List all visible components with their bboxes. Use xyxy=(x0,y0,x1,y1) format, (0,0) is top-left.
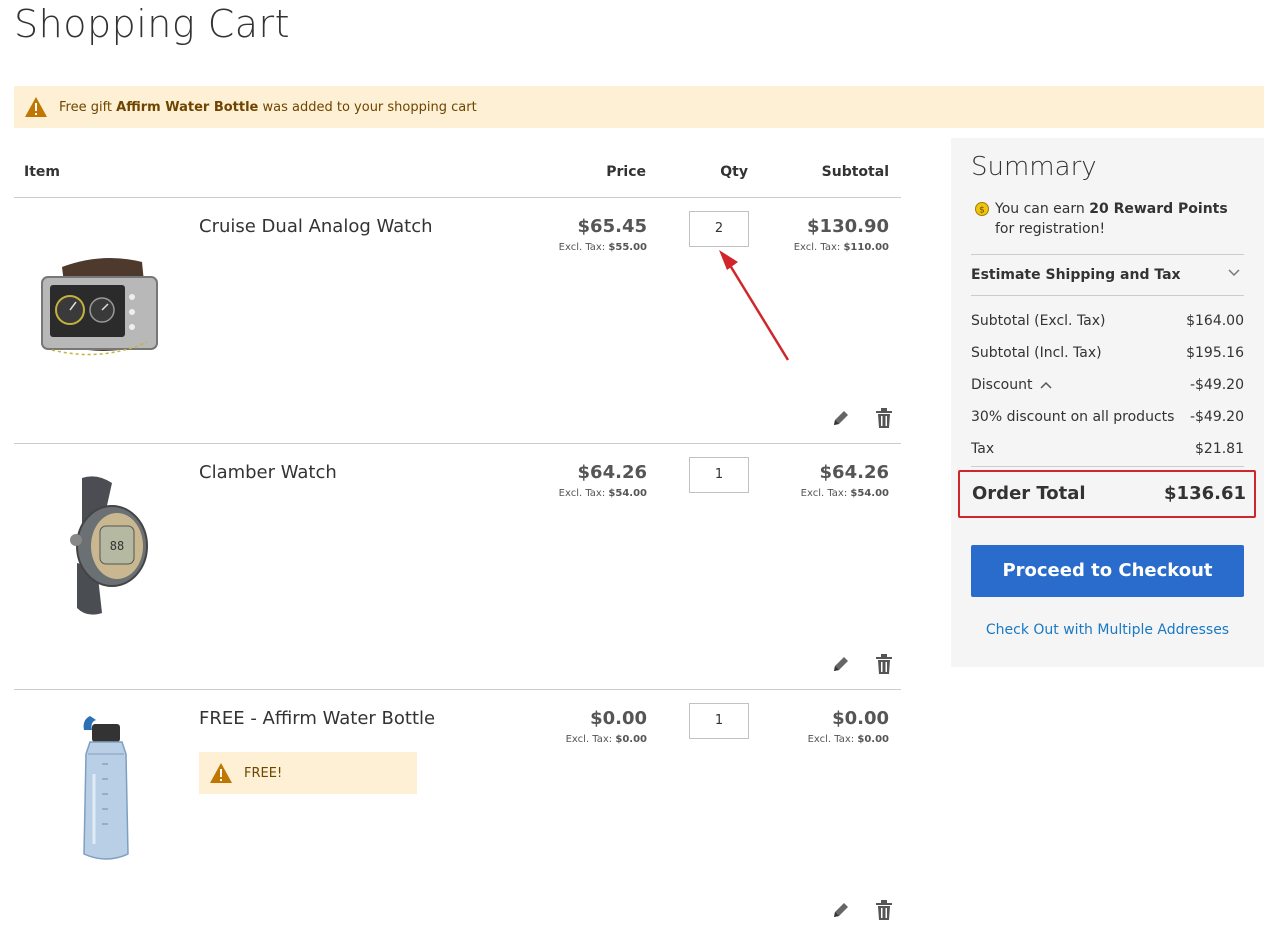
proceed-to-checkout-button[interactable]: Proceed to Checkout xyxy=(971,545,1244,597)
qty-input[interactable]: 1 xyxy=(689,703,749,739)
totals-row: Subtotal (Incl. Tax) $195.16 xyxy=(971,345,1244,361)
delete-trash-icon[interactable] xyxy=(875,900,893,920)
page-title: Shopping Cart xyxy=(14,2,291,46)
cart-row: FREE - Affirm Water Bottle FREE! $0.00 E… xyxy=(14,690,901,933)
discount-toggle[interactable]: Discount -$49.20 xyxy=(971,370,1244,402)
multiple-addresses-link[interactable]: Check Out with Multiple Addresses xyxy=(971,622,1244,638)
free-gift-notice: Free gift Affirm Water Bottle was added … xyxy=(14,86,1264,128)
coin-icon: $ xyxy=(975,202,989,216)
row-actions xyxy=(831,654,901,676)
product-name[interactable]: Cruise Dual Analog Watch xyxy=(199,216,433,237)
chevron-down-icon xyxy=(1228,269,1240,277)
delete-trash-icon[interactable] xyxy=(875,408,893,428)
order-summary: Summary $ You can earn 20 Reward Points … xyxy=(951,138,1264,667)
reward-points-message: $ You can earn 20 Reward Points for regi… xyxy=(975,199,1250,239)
delete-trash-icon[interactable] xyxy=(875,654,893,674)
header-item: Item xyxy=(24,164,60,180)
item-price: $64.26 Excl. Tax: $54.00 xyxy=(558,462,647,499)
estimate-shipping-label: Estimate Shipping and Tax xyxy=(971,267,1181,283)
row-actions xyxy=(831,408,901,430)
free-badge-label: FREE! xyxy=(244,765,283,781)
item-price: $0.00 Excl. Tax: $0.00 xyxy=(565,708,647,745)
free-badge: FREE! xyxy=(199,752,417,794)
order-total: Order Total $136.61 xyxy=(958,470,1256,518)
row-actions xyxy=(831,900,901,922)
svg-text:88: 88 xyxy=(110,539,124,553)
qty-input[interactable]: 2 xyxy=(689,211,749,247)
warning-icon xyxy=(25,97,47,117)
notice-item: Affirm Water Bottle xyxy=(116,99,259,115)
totals-row: 30% discount on all products -$49.20 xyxy=(971,409,1244,425)
divider xyxy=(971,466,1244,467)
edit-pencil-icon[interactable] xyxy=(831,654,851,674)
cart-table: Item Price Qty Subtotal Cruise Dual Anal… xyxy=(14,150,901,933)
qty-input[interactable]: 1 xyxy=(689,457,749,493)
edit-pencil-icon[interactable] xyxy=(831,900,851,920)
estimate-shipping-toggle[interactable]: Estimate Shipping and Tax xyxy=(971,254,1244,296)
header-price: Price xyxy=(606,164,646,180)
summary-title: Summary xyxy=(971,152,1097,182)
order-total-label: Order Total xyxy=(972,483,1086,504)
product-image-watch[interactable]: 88 xyxy=(32,468,182,618)
cart-table-header: Item Price Qty Subtotal xyxy=(14,150,901,198)
item-price: $65.45 Excl. Tax: $55.00 xyxy=(558,216,647,253)
totals-row: Tax $21.81 xyxy=(971,441,1244,457)
totals-row: Subtotal (Excl. Tax) $164.00 xyxy=(971,313,1244,329)
cart-row: Cruise Dual Analog Watch $65.45 Excl. Ta… xyxy=(14,198,901,444)
item-subtotal: $64.26 Excl. Tax: $54.00 xyxy=(800,462,889,499)
notice-text: Free gift Affirm Water Bottle was added … xyxy=(59,99,477,115)
chevron-up-icon xyxy=(1040,381,1052,389)
header-subtotal: Subtotal xyxy=(821,164,889,180)
product-name[interactable]: FREE - Affirm Water Bottle xyxy=(199,708,435,729)
item-subtotal: $0.00 Excl. Tax: $0.00 xyxy=(807,708,889,745)
edit-pencil-icon[interactable] xyxy=(831,408,851,428)
item-subtotal: $130.90 Excl. Tax: $110.00 xyxy=(793,216,889,253)
warning-icon xyxy=(210,763,232,783)
svg-text:$: $ xyxy=(979,206,985,216)
product-image-watch[interactable] xyxy=(32,222,182,372)
header-qty: Qty xyxy=(720,164,748,180)
product-image-water-bottle[interactable] xyxy=(32,714,182,864)
reward-points: 20 Reward Points xyxy=(1089,201,1228,217)
cart-row: 88 Clamber Watch $64.26 Excl. Tax: $54.0… xyxy=(14,444,901,690)
totals-list: Subtotal (Excl. Tax) $164.00 Subtotal (In… xyxy=(971,306,1244,466)
product-name[interactable]: Clamber Watch xyxy=(199,462,337,483)
order-total-value: $136.61 xyxy=(1164,483,1246,504)
